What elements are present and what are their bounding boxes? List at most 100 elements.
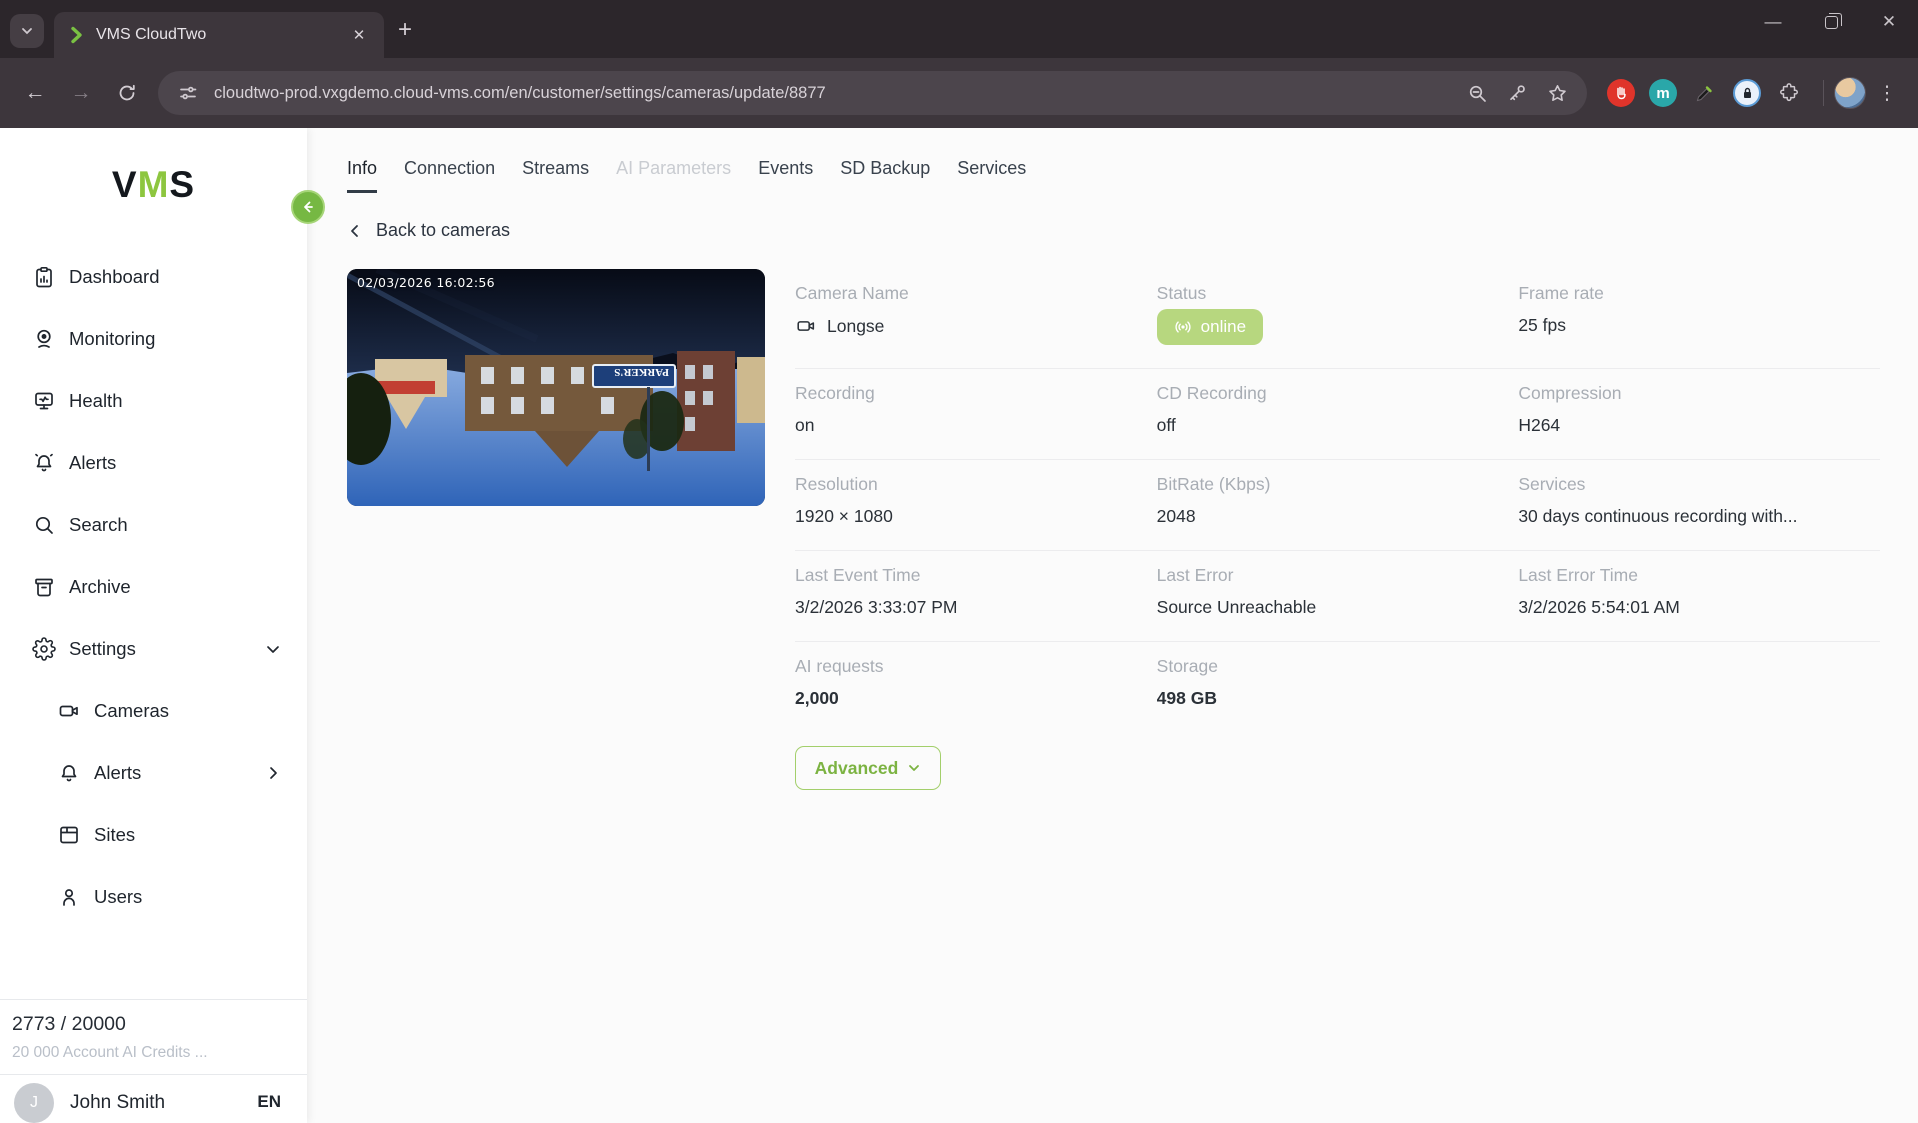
sidebar-collapse-button[interactable]: [291, 190, 325, 224]
restore-button[interactable]: [1802, 0, 1860, 44]
status-value: online: [1200, 317, 1247, 336]
site-settings-icon[interactable]: [174, 79, 202, 107]
sidebar-item-health[interactable]: Health: [0, 370, 307, 432]
ai-credits-panel: 2773 / 20000 20 000 Account AI Credits .…: [0, 999, 307, 1074]
extension-m-icon[interactable]: m: [1649, 79, 1677, 107]
extensions-puzzle-icon[interactable]: [1775, 79, 1803, 107]
logo-s: S: [169, 164, 196, 205]
video-camera-icon: [59, 705, 78, 717]
chevron-down-icon: [265, 641, 281, 657]
vms-logo: VMS: [0, 164, 307, 206]
eyedropper-icon[interactable]: [1691, 79, 1719, 107]
tab-events[interactable]: Events: [758, 158, 813, 193]
sidebar-item-label: Cameras: [94, 700, 170, 721]
sidebar-item-monitoring[interactable]: Monitoring: [0, 308, 307, 370]
search-icon: [35, 516, 53, 534]
status-badge: online: [1156, 309, 1264, 345]
detail-row: Last Event Time 3/2/2026 3:33:07 PM Last…: [795, 551, 1880, 642]
close-window-button[interactable]: ✕: [1860, 0, 1918, 44]
sidebar-item-alerts[interactable]: Alerts: [0, 432, 307, 494]
sidebar-item-label: Dashboard: [69, 266, 160, 287]
dashboard-icon: [36, 266, 52, 288]
adblock-hand-icon[interactable]: [1607, 79, 1635, 107]
sidebar-item-settings[interactable]: Settings: [0, 618, 307, 680]
field-recording: Recording on: [795, 383, 1157, 436]
tab-info[interactable]: Info: [347, 158, 378, 193]
browser-tab-title: VMS CloudTwo: [96, 26, 207, 43]
sidebar-item-archive[interactable]: Archive: [0, 556, 307, 618]
camera-name-value: Longse: [827, 315, 885, 336]
camera-snapshot-image: PARKER'S: [347, 269, 765, 506]
password-key-icon[interactable]: [1503, 79, 1531, 107]
sidebar-item-dashboard[interactable]: Dashboard: [0, 246, 307, 308]
favicon-green-chevron-icon: [71, 26, 82, 44]
user-avatar: J: [14, 1083, 54, 1123]
main-content: Info Connection Streams AI Parameters Ev…: [307, 128, 1918, 1123]
sidebar-item-label: Health: [69, 390, 123, 411]
sidebar-item-alerts-settings[interactable]: Alerts: [0, 742, 307, 804]
browser-tab[interactable]: VMS CloudTwo ✕: [54, 12, 384, 58]
field-label: CD Recording: [1156, 383, 1267, 403]
field-label: Camera Name: [795, 283, 909, 303]
camera-timestamp-overlay: 02/03/2026 16:02:56: [357, 275, 495, 290]
reload-icon: [119, 84, 135, 101]
browser-window: VMS CloudTwo ✕ + — ✕ ← → cloudtwo-prod.v…: [0, 0, 1918, 1123]
logo-v: V: [111, 164, 138, 205]
tab-ai-parameters: AI Parameters: [616, 158, 732, 178]
extensions-row: m: [1607, 79, 1803, 107]
browser-profile-avatar[interactable]: [1834, 77, 1866, 109]
address-bar[interactable]: cloudtwo-prod.vxgdemo.cloud-vms.com/en/c…: [158, 71, 1587, 115]
tab-services[interactable]: Services: [957, 158, 1026, 193]
sidebar-item-label: Archive: [69, 576, 131, 597]
field-value: H264: [1518, 415, 1561, 435]
detail-row: Recording on CD Recording off Compressio…: [795, 369, 1880, 460]
sidebar-item-search[interactable]: Search: [0, 494, 307, 556]
field-label: BitRate (Kbps): [1156, 474, 1271, 494]
zoom-out-icon[interactable]: [1463, 79, 1491, 107]
back-to-cameras-link[interactable]: Back to cameras: [347, 220, 510, 241]
browser-toolbar: ← → cloudtwo-prod.vxgdemo.cloud-vms.com/…: [0, 58, 1918, 128]
field-value: 3/2/2026 5:54:01 AM: [1518, 597, 1680, 617]
window-controls: — ✕: [1744, 0, 1918, 44]
sidebar-item-users[interactable]: Users: [0, 866, 307, 928]
new-tab-button[interactable]: +: [398, 18, 412, 42]
tab-search-button[interactable]: [10, 14, 44, 48]
field-label: Storage: [1156, 656, 1218, 676]
logo-m: M: [137, 164, 170, 205]
field-storage: Storage 498 GB: [1157, 656, 1519, 709]
field-label: Frame rate: [1518, 283, 1604, 303]
camera-snapshot: PARKER'S 02/03/2026 16:02:56: [347, 269, 765, 506]
language-selector[interactable]: EN: [257, 1092, 281, 1112]
gear-icon: [32, 637, 56, 661]
parker-sign-text: PARKER'S: [614, 366, 669, 378]
minimize-button[interactable]: —: [1744, 0, 1802, 44]
reload-button[interactable]: [106, 72, 148, 114]
back-button[interactable]: ←: [14, 72, 56, 114]
password-manager-lock-icon[interactable]: [1733, 79, 1761, 107]
field-value: 25 fps: [1518, 315, 1567, 335]
forward-button[interactable]: →: [60, 72, 102, 114]
tab-connection[interactable]: Connection: [404, 158, 495, 193]
field-label: Last Error: [1156, 565, 1234, 585]
tab-streams[interactable]: Streams: [522, 158, 589, 193]
url-text[interactable]: cloudtwo-prod.vxgdemo.cloud-vms.com/en/c…: [214, 84, 1451, 103]
sidebar-item-sites[interactable]: Sites: [0, 804, 307, 866]
field-services: Services 30 days continuous recording wi…: [1518, 474, 1880, 527]
sidebar-item-label: Sites: [94, 824, 136, 845]
tab-close-icon[interactable]: ✕: [348, 24, 370, 46]
browser-tabstrip: VMS CloudTwo ✕ + — ✕: [0, 0, 1918, 58]
field-label: Resolution: [795, 474, 878, 494]
bell-ring-icon: [35, 453, 53, 472]
advanced-button[interactable]: Advanced: [795, 746, 941, 790]
chevron-right-icon: [265, 765, 281, 781]
chevron-left-icon: [351, 224, 358, 237]
sidebar-item-label: Alerts: [69, 452, 117, 473]
field-ai-requests: AI requests 2,000: [795, 656, 1157, 709]
sidebar-item-cameras[interactable]: Cameras: [0, 680, 307, 742]
tab-sd-backup[interactable]: SD Backup: [840, 158, 930, 193]
bookmark-star-icon[interactable]: [1543, 79, 1571, 107]
person-icon: [63, 889, 75, 906]
broadcast-icon: [1175, 321, 1191, 333]
browser-menu-kebab-icon[interactable]: ⋮: [1870, 82, 1904, 105]
camera-details: Camera Name Longse Status online Frame r…: [795, 269, 1880, 790]
